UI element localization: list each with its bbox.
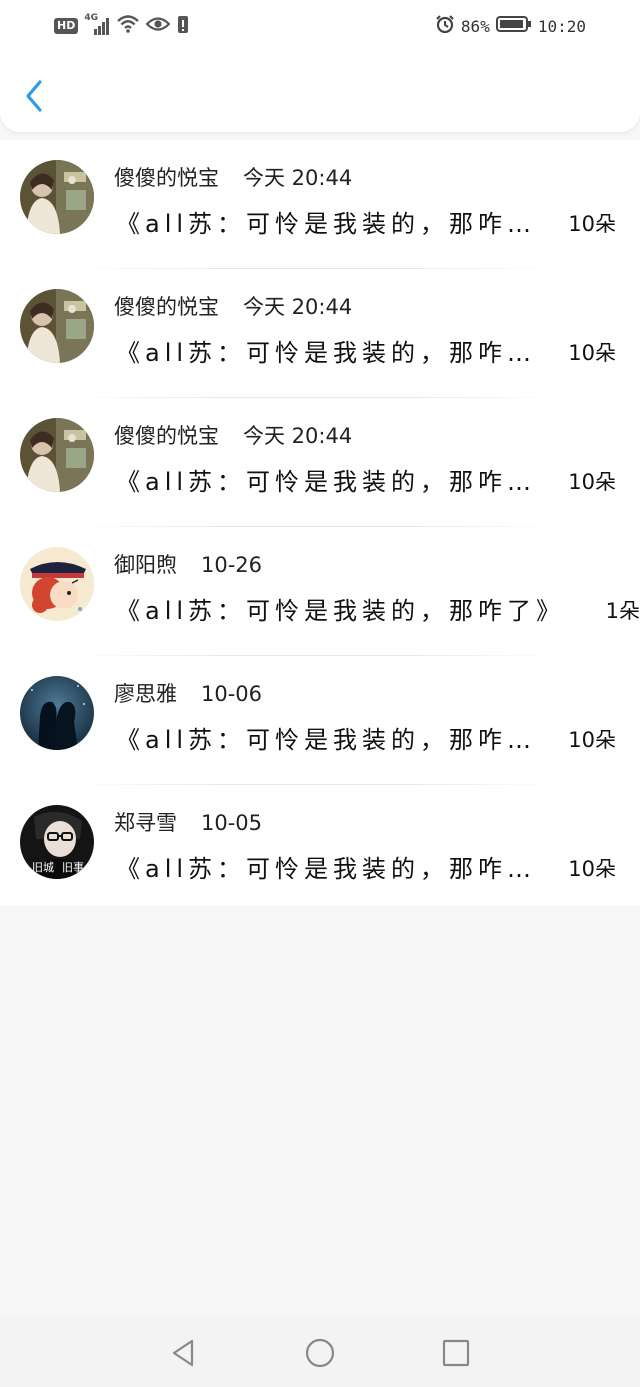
message-text: 《all苏：可怜是我装的，那咋… bbox=[116, 339, 536, 367]
nav-back-button[interactable] bbox=[168, 1337, 200, 1369]
gift-count: 10朵 bbox=[568, 212, 616, 236]
notification-icon bbox=[176, 14, 190, 38]
avatar[interactable] bbox=[20, 160, 94, 234]
avatar[interactable] bbox=[20, 289, 94, 363]
sender-name[interactable]: 傻傻的悦宝 bbox=[114, 424, 219, 448]
list-item[interactable]: 旧城 旧事 郑寻雪 10-05 《all苏：可怜是我装的，那咋… 10朵 bbox=[0, 785, 640, 914]
triangle-back-icon bbox=[172, 1339, 194, 1367]
signal-icon: 4G bbox=[84, 13, 110, 36]
status-left: HD 4G bbox=[54, 13, 190, 38]
sender-line: 廖思雅 10-06 bbox=[114, 678, 262, 708]
avatar[interactable] bbox=[20, 418, 94, 492]
gift-count: 10朵 bbox=[568, 341, 616, 365]
hd-badge: HD bbox=[54, 18, 79, 34]
message-text: 《all苏：可怜是我装的，那咋… bbox=[116, 855, 536, 883]
battery-percent: 86% bbox=[460, 16, 490, 36]
message-text: 《all苏：可怜是我装的，那咋… bbox=[116, 726, 536, 754]
sender-name[interactable]: 傻傻的悦宝 bbox=[114, 295, 219, 319]
sender-line: 傻傻的悦宝 今天 20:44 bbox=[114, 420, 352, 450]
status-bar: HD 4G 86% 10:20 bbox=[0, 0, 640, 50]
send-date: 今天 20:44 bbox=[243, 295, 353, 319]
network-type: 4G bbox=[84, 13, 98, 23]
eye-comfort-icon bbox=[145, 15, 171, 37]
send-date: 10-06 bbox=[201, 682, 263, 706]
sender-line: 傻傻的悦宝 今天 20:44 bbox=[114, 162, 352, 192]
gift-count: 10朵 bbox=[568, 728, 616, 752]
gift-count: 1朵 bbox=[605, 599, 640, 623]
sender-name[interactable]: 御阳煦 bbox=[114, 553, 177, 577]
gift-count: 10朵 bbox=[568, 857, 616, 881]
avatar[interactable]: 旧城 旧事 bbox=[20, 805, 94, 879]
list-item[interactable]: 傻傻的悦宝 今天 20:44 《all苏：可怜是我装的，那咋… 10朵 bbox=[0, 140, 640, 269]
sender-name[interactable]: 郑寻雪 bbox=[114, 811, 177, 835]
message-text: 《all苏：可怜是我装的，那咋… bbox=[116, 468, 536, 496]
avatar-caption-left: 旧城 bbox=[32, 861, 54, 874]
message-text: 《all苏：可怜是我装的，那咋了》 bbox=[116, 597, 566, 625]
sender-line: 御阳煦 10-26 bbox=[114, 549, 262, 579]
send-date: 今天 20:44 bbox=[243, 166, 353, 190]
list-item[interactable]: 傻傻的悦宝 今天 20:44 《all苏：可怜是我装的，那咋… 10朵 bbox=[0, 269, 640, 398]
avatar[interactable] bbox=[20, 676, 94, 750]
send-date: 10-05 bbox=[201, 811, 263, 835]
message-text: 《all苏：可怜是我装的，那咋… bbox=[116, 210, 536, 238]
clock: 10:20 bbox=[537, 16, 586, 36]
sender-line: 傻傻的悦宝 今天 20:44 bbox=[114, 291, 352, 321]
list-item[interactable]: 廖思雅 10-06 《all苏：可怜是我装的，那咋… 10朵 bbox=[0, 656, 640, 785]
battery-icon bbox=[495, 15, 532, 37]
square-recent-icon bbox=[442, 1339, 470, 1367]
back-button[interactable] bbox=[18, 76, 54, 116]
send-date: 今天 20:44 bbox=[243, 424, 353, 448]
alarm-icon bbox=[435, 14, 455, 38]
sender-line: 郑寻雪 10-05 bbox=[114, 807, 262, 837]
wifi-icon bbox=[116, 14, 140, 38]
system-nav-bar bbox=[0, 1317, 640, 1387]
nav-home-button[interactable] bbox=[304, 1337, 336, 1369]
app-header bbox=[0, 50, 640, 132]
gift-record-list: 傻傻的悦宝 今天 20:44 《all苏：可怜是我装的，那咋… 10朵 傻傻的悦宝… bbox=[0, 140, 640, 906]
send-date: 10-26 bbox=[201, 553, 263, 577]
gift-count: 10朵 bbox=[568, 470, 616, 494]
status-right: 86% 10:20 bbox=[435, 14, 586, 38]
chevron-left-icon bbox=[26, 80, 42, 112]
sender-name[interactable]: 廖思雅 bbox=[114, 682, 177, 706]
sender-name[interactable]: 傻傻的悦宝 bbox=[114, 166, 219, 190]
list-item[interactable]: 御阳煦 10-26 《all苏：可怜是我装的，那咋了》 1朵 bbox=[0, 527, 640, 656]
avatar[interactable] bbox=[20, 547, 94, 621]
nav-recent-button[interactable] bbox=[440, 1337, 472, 1369]
circle-home-icon bbox=[305, 1338, 335, 1368]
avatar-caption-right: 旧事 bbox=[62, 861, 84, 874]
list-item[interactable]: 傻傻的悦宝 今天 20:44 《all苏：可怜是我装的，那咋… 10朵 bbox=[0, 398, 640, 527]
